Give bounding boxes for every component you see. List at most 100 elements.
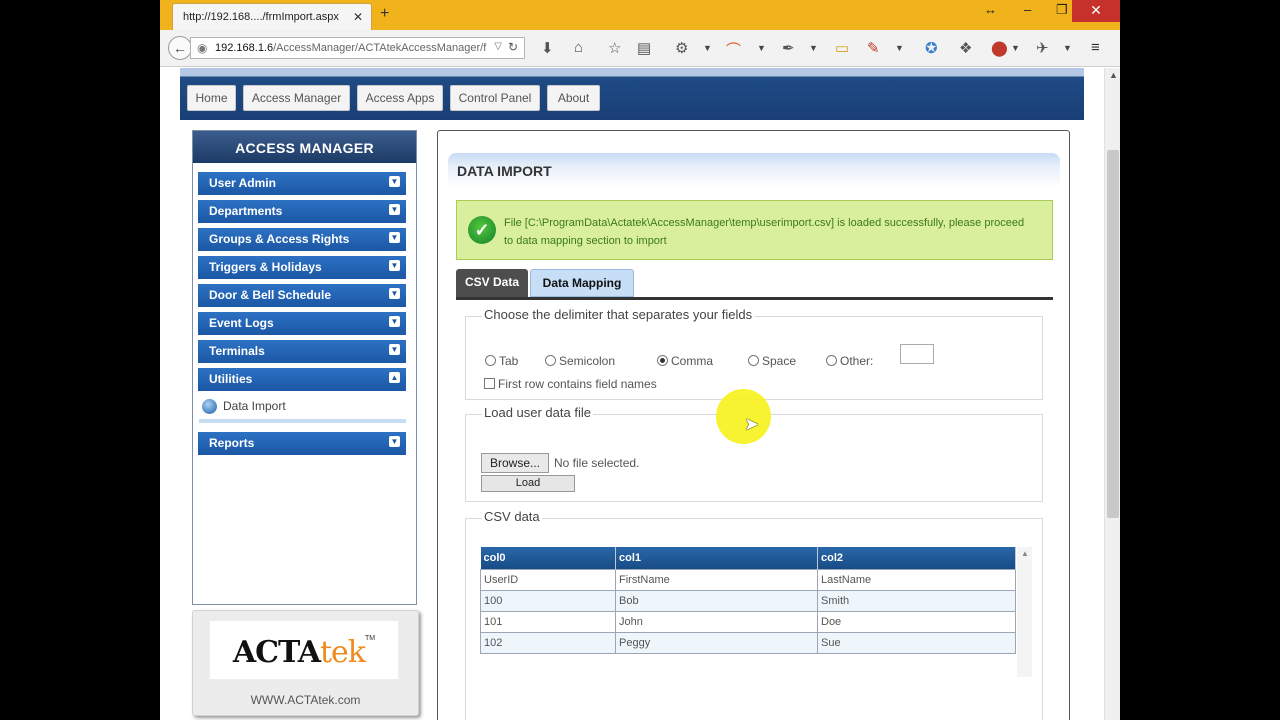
csv-table: col0 col1 col2 UserID FirstName LastName… [480,547,1016,654]
table-scrollbar[interactable]: ▲ [1017,547,1032,677]
window-close-icon[interactable]: ✕ [1072,0,1120,22]
page-scrollbar[interactable]: ▲ [1104,68,1120,720]
table-cell: FirstName [615,568,818,591]
sidebar-item-label: Door & Bell Schedule [209,288,332,302]
sidebar-item-label: Utilities [209,372,253,386]
browser-tab[interactable]: http://192.168..../frmImport.aspx ✕ [172,3,372,30]
chevron-down-icon: ▼ [389,288,400,299]
load-button[interactable]: Load [481,475,575,492]
menu-access-manager[interactable]: Access Manager [243,85,350,111]
radio-semicolon-button[interactable] [545,355,556,366]
restore-size-icon[interactable]: ↔ [984,2,997,17]
column-header: col0 [480,547,616,569]
load-file-legend: Load user data file [482,405,593,420]
new-tab-icon[interactable]: + [380,5,389,23]
logo-trademark: TM [365,635,376,642]
radio-space[interactable]: Space [748,354,796,368]
extension-icon[interactable]: ❖ [959,39,972,57]
menu-access-apps[interactable]: Access Apps [357,85,443,111]
first-row-checkbox-box[interactable] [484,378,495,389]
radio-tab[interactable]: Tab [485,354,518,368]
sidebar-item-user-admin[interactable]: User Admin ▼ [198,172,406,195]
sidebar-item-label: Terminals [209,344,265,358]
tab-data-mapping[interactable]: Data Mapping [530,269,634,297]
tab-csv-data[interactable]: CSV Data [456,269,528,299]
radio-space-label: Space [762,354,797,368]
website-link[interactable]: WWW.ACTAtek.com [193,693,418,707]
maximize-icon[interactable]: ❐ [1056,2,1068,18]
radio-other-button[interactable] [826,355,837,366]
sidebar-item-utilities[interactable]: Utilities ▲ [198,368,406,391]
other-delimiter-input[interactable] [900,344,934,364]
tools-icon[interactable]: ✈ [1036,39,1049,57]
success-message: ✓ File [C:\ProgramData\Actatek\AccessMan… [456,200,1053,260]
sidebar-item-label: Triggers & Holidays [209,260,322,274]
chevron-down-icon[interactable]: ▼ [1011,43,1020,53]
broom-icon[interactable]: ✎ [867,39,880,57]
menu-home[interactable]: Home [187,85,236,111]
chevron-down-icon[interactable]: ▼ [703,43,712,53]
menu-control-panel[interactable]: Control Panel [450,85,540,111]
download-icon[interactable]: ⬇ [541,39,554,57]
actatek-logo: ACTAtekTM [210,621,398,679]
radio-tab-button[interactable] [485,355,496,366]
table-cell: 101 [480,610,616,633]
tab-bar: http://192.168..../frmImport.aspx ✕ + ↔ … [160,0,1120,30]
table-cell: 100 [480,589,616,612]
sidebar-item-groups-access-rights[interactable]: Groups & Access Rights ▼ [198,228,406,251]
sidebar-item-door-bell-schedule[interactable]: Door & Bell Schedule ▼ [198,284,406,307]
browse-button[interactable]: Browse... [481,453,549,473]
menu-about[interactable]: About [547,85,600,111]
minimize-icon[interactable]: – [1024,2,1031,17]
chevron-down-icon[interactable]: ▼ [1063,43,1072,53]
delimiter-legend: Choose the delimiter that separates your… [482,307,755,322]
sidebar-subitem-data-import[interactable]: Data Import [199,395,407,421]
reload-icon[interactable]: ↻ [508,40,518,54]
sidebar-item-reports[interactable]: Reports ▼ [198,432,406,455]
scroll-up-icon[interactable]: ▲ [1021,549,1029,558]
table-row: UserID FirstName LastName [480,568,1016,591]
table-row: 100 Bob Smith [480,589,1016,612]
reading-list-icon[interactable]: ▤ [637,39,651,57]
radio-space-button[interactable] [748,355,759,366]
page-title: DATA IMPORT [448,153,1060,188]
sidebar-item-terminals[interactable]: Terminals ▼ [198,340,406,363]
radio-comma[interactable]: Comma [657,354,713,368]
web-page: Home Access Manager Access Apps Control … [160,68,1104,720]
home-icon[interactable]: ⌂ [574,39,583,56]
table-cell: John [615,610,818,633]
sidebar-item-event-logs[interactable]: Event Logs ▼ [198,312,406,335]
puzzle-icon[interactable]: ✪ [925,39,938,57]
radio-other[interactable]: Other: [826,354,873,368]
bookmark-star-icon[interactable]: ☆ [608,39,621,57]
sidebar-item-departments[interactable]: Departments ▼ [198,200,406,223]
url-bar[interactable]: ◉ 192.168.1.6/AccessManager/ACTAtekAcces… [190,37,525,59]
table-cell: Doe [817,610,1016,633]
radio-comma-button[interactable] [657,355,668,366]
site-header: Home Access Manager Access Apps Control … [180,68,1084,120]
scroll-thumb[interactable] [1107,150,1119,518]
divider [199,419,406,423]
table-cell: Sue [817,631,1016,654]
logo-acta-text: ACTA [232,635,321,670]
sidebar-subitem-label: Data Import [223,399,286,413]
chevron-down-icon[interactable]: ▼ [757,43,766,53]
table-row: 101 John Doe [480,610,1016,633]
adblock-icon[interactable]: ⬤ [991,39,1008,57]
first-row-checkbox[interactable]: First row contains field names [484,377,657,391]
hamburger-menu-icon[interactable]: ≡ [1091,39,1100,56]
chevron-down-icon[interactable]: ▼ [809,43,818,53]
rainbow-icon[interactable]: ⌒ [726,39,741,60]
sidebar-item-triggers-holidays[interactable]: Triggers & Holidays ▼ [198,256,406,279]
back-arrow-icon[interactable]: ← [168,36,192,60]
sidebar-item-label: User Admin [209,176,276,190]
scroll-up-icon[interactable]: ▲ [1109,70,1118,80]
eyedropper-icon[interactable]: ✒ [782,39,795,57]
url-dropdown-icon[interactable]: ▽ [494,41,502,52]
ruler-icon[interactable]: ▭ [835,39,849,57]
chevron-down-icon[interactable]: ▼ [895,43,904,53]
close-tab-icon[interactable]: ✕ [353,10,363,24]
gear-icon[interactable]: ⚙ [675,39,688,57]
radio-semicolon[interactable]: Semicolon [545,354,615,368]
navigation-bar: ← ◉ 192.168.1.6/AccessManager/ACTAtekAcc… [160,30,1120,67]
